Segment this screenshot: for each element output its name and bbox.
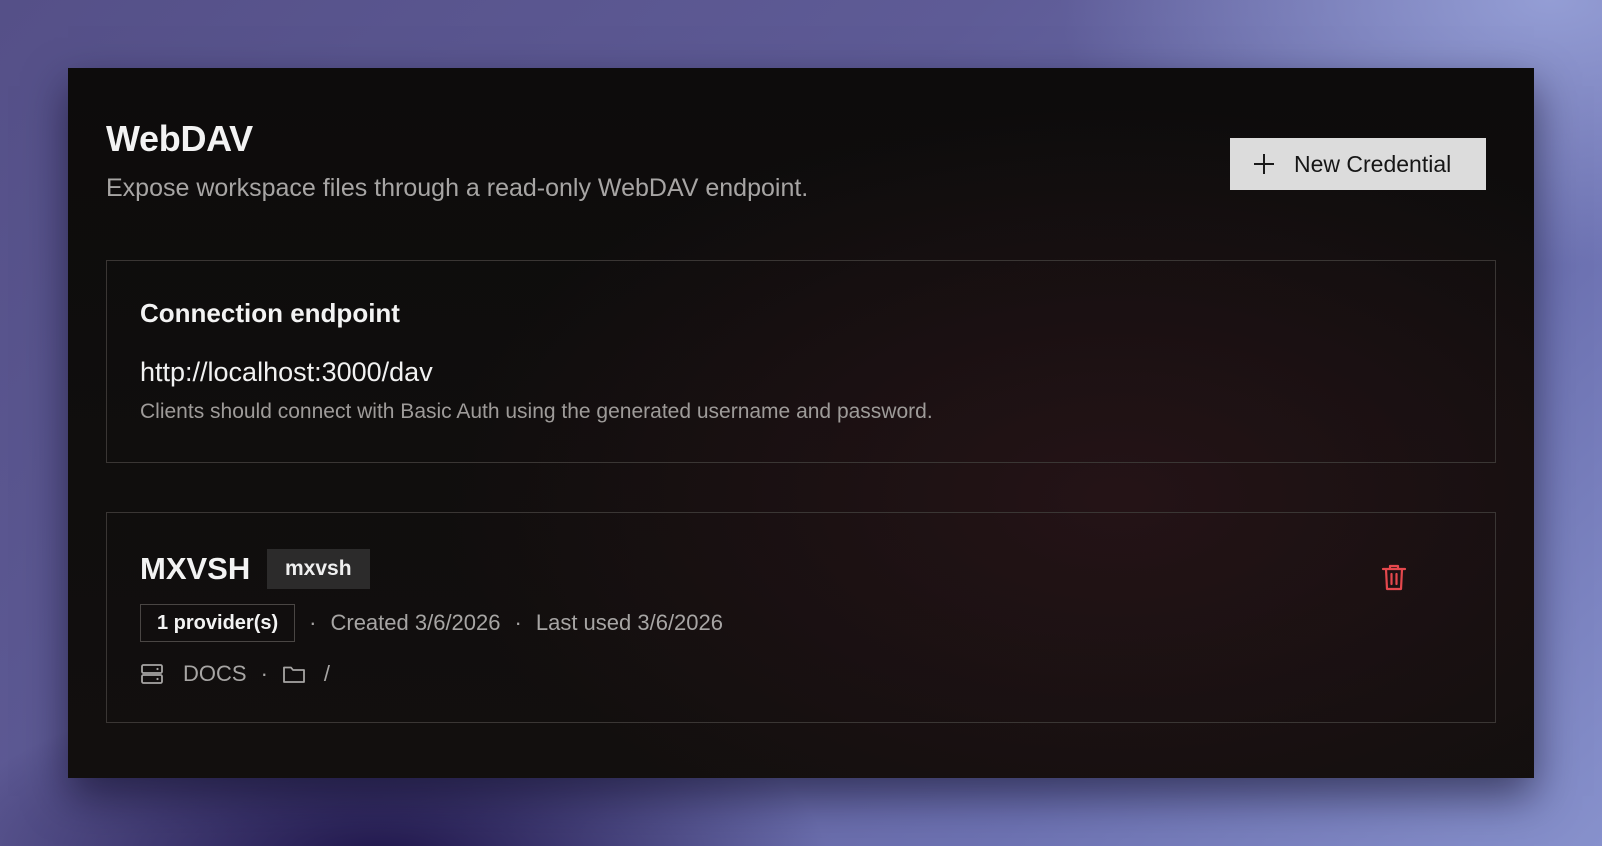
page-subtitle: Expose workspace files through a read-on…	[106, 174, 809, 202]
separator-dot: ·	[514, 610, 522, 635]
separator-dot: ·	[260, 661, 268, 686]
new-credential-button[interactable]: New Credential	[1230, 138, 1486, 190]
last-used-date: Last used 3/6/2026	[535, 610, 723, 635]
provider-count-badge: 1 provider(s)	[140, 604, 296, 642]
webdav-panel: WebDAV Expose workspace files through a …	[68, 68, 1534, 778]
endpoint-heading: Connection endpoint	[140, 298, 400, 328]
folder-path: /	[323, 661, 331, 686]
server-icon	[141, 664, 163, 684]
credential-meta-row: 1 provider(s) · Created 3/6/2026 · Last …	[140, 603, 723, 643]
credential-access-row: DOCS · /	[140, 659, 330, 689]
delete-credential-button[interactable]	[1381, 563, 1407, 591]
new-credential-label: New Credential	[1294, 150, 1452, 177]
separator-dot: ·	[309, 610, 317, 635]
credential-username-badge: mxvsh	[267, 549, 370, 589]
provider-name: DOCS	[183, 661, 247, 686]
endpoint-url[interactable]: http://localhost:3000/dav	[140, 357, 433, 388]
created-date: Created 3/6/2026	[330, 610, 501, 635]
folder-icon	[282, 666, 305, 683]
trash-icon	[1381, 564, 1407, 591]
endpoint-help-text: Clients should connect with Basic Auth u…	[140, 400, 933, 423]
credential-name: MXVSH	[140, 551, 251, 586]
connection-endpoint-card: Connection endpoint http://localhost:300…	[106, 260, 1496, 463]
credential-card: MXVSH mxvsh 1 provider(s) · Created 3/6/…	[106, 512, 1496, 723]
page-title: WebDAV	[106, 118, 253, 159]
plus-icon	[1254, 154, 1274, 174]
